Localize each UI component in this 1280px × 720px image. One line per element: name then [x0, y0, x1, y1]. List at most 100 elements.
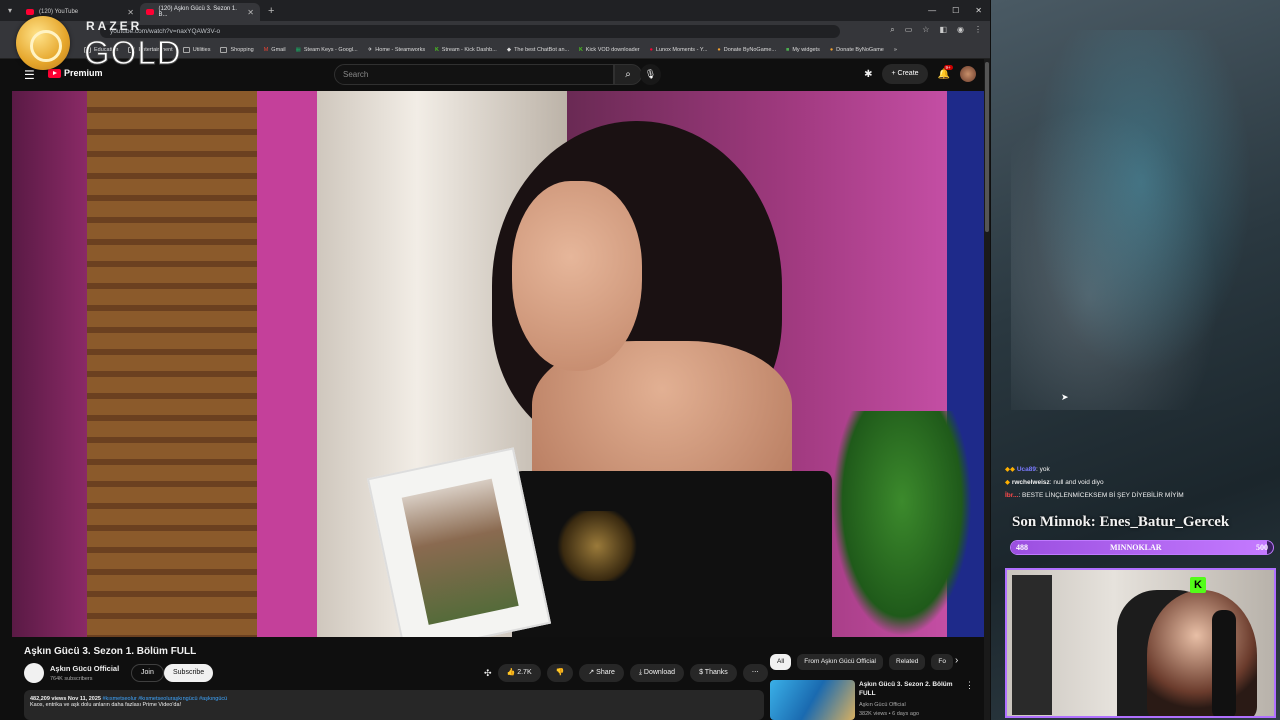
close-tab-icon[interactable]: ✕	[247, 8, 254, 17]
bookmark-item[interactable]: K Kick VOD downloader	[579, 47, 639, 53]
chip-for-you[interactable]: Fo	[931, 654, 953, 670]
video-scene	[832, 411, 972, 637]
like-count: 2.7K	[517, 669, 532, 676]
gold-wordmark: GOLD	[84, 34, 182, 72]
rec-title[interactable]: Aşkın Gücü 3. Sezon 2. Bölüm FULL	[859, 680, 959, 698]
notifications-button[interactable]: 🔔 9+	[937, 64, 953, 80]
thanks-button[interactable]: $ Thanks	[690, 664, 737, 682]
razer-coin-icon	[16, 16, 70, 70]
nogame-icon: ●	[717, 46, 721, 53]
minimize-icon[interactable]: —	[928, 6, 936, 15]
bookmark-label: Lunox Moments - Y...	[655, 46, 708, 53]
more-vert-icon[interactable]: ⋮	[965, 680, 974, 691]
remix-icon[interactable]: ✣	[484, 668, 492, 679]
studio-icon[interactable]: ✱	[864, 69, 872, 80]
chip-all[interactable]: All	[770, 654, 792, 670]
video-thumbnail[interactable]	[770, 680, 855, 720]
video-scene	[87, 91, 257, 637]
bookmark-star-icon[interactable]: ☆	[922, 25, 929, 35]
create-button[interactable]: + Create	[882, 64, 928, 84]
bookmark-item[interactable]: Shopping	[220, 46, 254, 53]
dragon-artwork	[1011, 30, 1271, 410]
more-actions-button[interactable]: ⋯	[742, 664, 768, 682]
bookmark-item[interactable]: ◆ The best ChatBot an...	[507, 47, 569, 53]
bookmark-label: Donate ByNoGame...	[723, 46, 776, 53]
url-field[interactable]: youtube.com/watch?v=naxYQAW3V-o	[100, 25, 840, 38]
cast-icon[interactable]: ▭	[905, 25, 913, 35]
avatar[interactable]	[960, 66, 976, 82]
description-box[interactable]: 482,209 views Nov 11, 2025 #kısmetseolur…	[24, 690, 764, 720]
rec-meta: 382K views • 6 days ago	[859, 711, 920, 717]
bell-icon: 🔔	[937, 68, 950, 80]
tab-search-icon[interactable]: ▾	[0, 6, 20, 15]
chat-message: ◆ rwchelweisz: null and void diyo	[1005, 476, 1275, 489]
bookmark-label: Home - Steamworks	[375, 46, 426, 53]
new-tab-button[interactable]: +	[260, 5, 282, 17]
channel-avatar[interactable]	[24, 663, 44, 683]
browser-window: ▾ (120) YouTube ✕ (120) Aşkın Gücü 3. Se…	[0, 0, 990, 720]
chip-from-channel[interactable]: From Aşkın Gücü Official	[797, 654, 883, 670]
join-button[interactable]: Join	[131, 664, 164, 682]
toolbar-icons: ⌕ ▭ ☆ ◧ ◉ ⋮	[890, 25, 982, 35]
maximize-icon[interactable]: ☐	[952, 6, 959, 15]
chevron-right-icon[interactable]: ›	[955, 655, 958, 666]
window-controls: — ☐ ✕	[928, 6, 990, 15]
razer-gold-logo: RAZER GOLD	[16, 16, 196, 76]
video-scene	[512, 181, 642, 371]
thumbs-up-icon: 👍	[506, 669, 516, 676]
goal-title: Son Minnok: Enes_Batur_Gercek	[1012, 514, 1230, 530]
chip-related[interactable]: Related	[889, 654, 926, 670]
steam-icon: ✈	[367, 46, 373, 53]
bookmark-item[interactable]: ● Donate ByNoGame...	[717, 47, 776, 53]
bookmark-item[interactable]: ● Lunox Moments - Y...	[650, 47, 708, 53]
bookmark-item[interactable]: K Stream - Kick Dashb...	[435, 47, 497, 53]
channel-name[interactable]: Aşkın Gücü Official	[50, 664, 119, 673]
search-input[interactable]: Search	[334, 64, 614, 85]
tab-title: (120) YouTube	[39, 9, 79, 15]
like-button[interactable]: 👍 2.7K	[497, 664, 541, 682]
video-scene	[12, 91, 87, 637]
notification-count: 9+	[943, 64, 953, 70]
bookmark-item[interactable]: M Gmail	[264, 47, 286, 53]
profile-icon[interactable]: ◉	[957, 25, 964, 35]
header-actions: ✱ + Create 🔔 9+	[864, 64, 976, 84]
thanks-label: Thanks	[704, 669, 728, 676]
bookmark-item[interactable]: ■ My widgets	[786, 47, 820, 53]
mic-icon: 🎙	[644, 69, 657, 79]
chat-text: : BESTE LİNÇLENMİCEKSEM Bİ ŞEY DİYEBİLİR…	[1018, 492, 1184, 499]
webcam-scene	[1147, 590, 1257, 716]
download-button[interactable]: ⤓ Download	[629, 664, 685, 682]
kick-icon: K	[579, 46, 583, 53]
kick-icon: K	[435, 46, 439, 53]
bookmark-item[interactable]: ✈ Home - Steamworks	[368, 47, 425, 53]
bookmark-item[interactable]: ▦ Steam Keys - Googl...	[296, 47, 358, 53]
subscribe-button[interactable]: Subscribe	[164, 664, 214, 682]
rec-channel: Aşkın Gücü Official	[859, 702, 906, 708]
menu-dots-icon[interactable]: ⋮	[974, 25, 982, 35]
voice-search-button[interactable]: 🎙	[640, 64, 661, 85]
kick-logo-icon: K	[1190, 577, 1206, 593]
search-icon: ⌕	[625, 69, 631, 80]
razer-wordmark: RAZER	[86, 19, 143, 33]
bookmarks-overflow-icon[interactable]: »	[894, 47, 897, 53]
chat-username: rwchelweisz	[1011, 479, 1050, 486]
bookmark-item[interactable]: ● Donate ByNoGame	[830, 47, 884, 53]
goal-target: 500	[1256, 543, 1268, 552]
extensions-icon[interactable]: ◧	[939, 25, 947, 35]
close-window-icon[interactable]: ✕	[975, 6, 982, 15]
description-text: Kaos, entrika ve aşk dolu anların daha f…	[30, 702, 182, 708]
bookmark-label: Gmail	[271, 46, 286, 53]
zoom-icon[interactable]: ⌕	[890, 25, 894, 35]
gmail-icon: M	[263, 46, 269, 53]
recommended-video[interactable]: Aşkın Gücü 3. Sezon 2. Bölüm FULL Aşkın …	[770, 680, 974, 720]
share-button[interactable]: ↗ Share	[579, 664, 624, 682]
scrollbar-thumb[interactable]	[985, 62, 989, 232]
dislike-button[interactable]: 👎	[546, 664, 574, 682]
chatbot-icon: ◆	[506, 46, 512, 53]
bookmark-label: Kick VOD downloader	[585, 46, 640, 53]
video-player[interactable]	[12, 91, 984, 637]
goal-label: MINNOKLAR	[1110, 543, 1162, 552]
webcam-scene	[1012, 575, 1052, 715]
download-label: Download	[643, 669, 676, 676]
search-button[interactable]: ⌕	[614, 64, 642, 85]
